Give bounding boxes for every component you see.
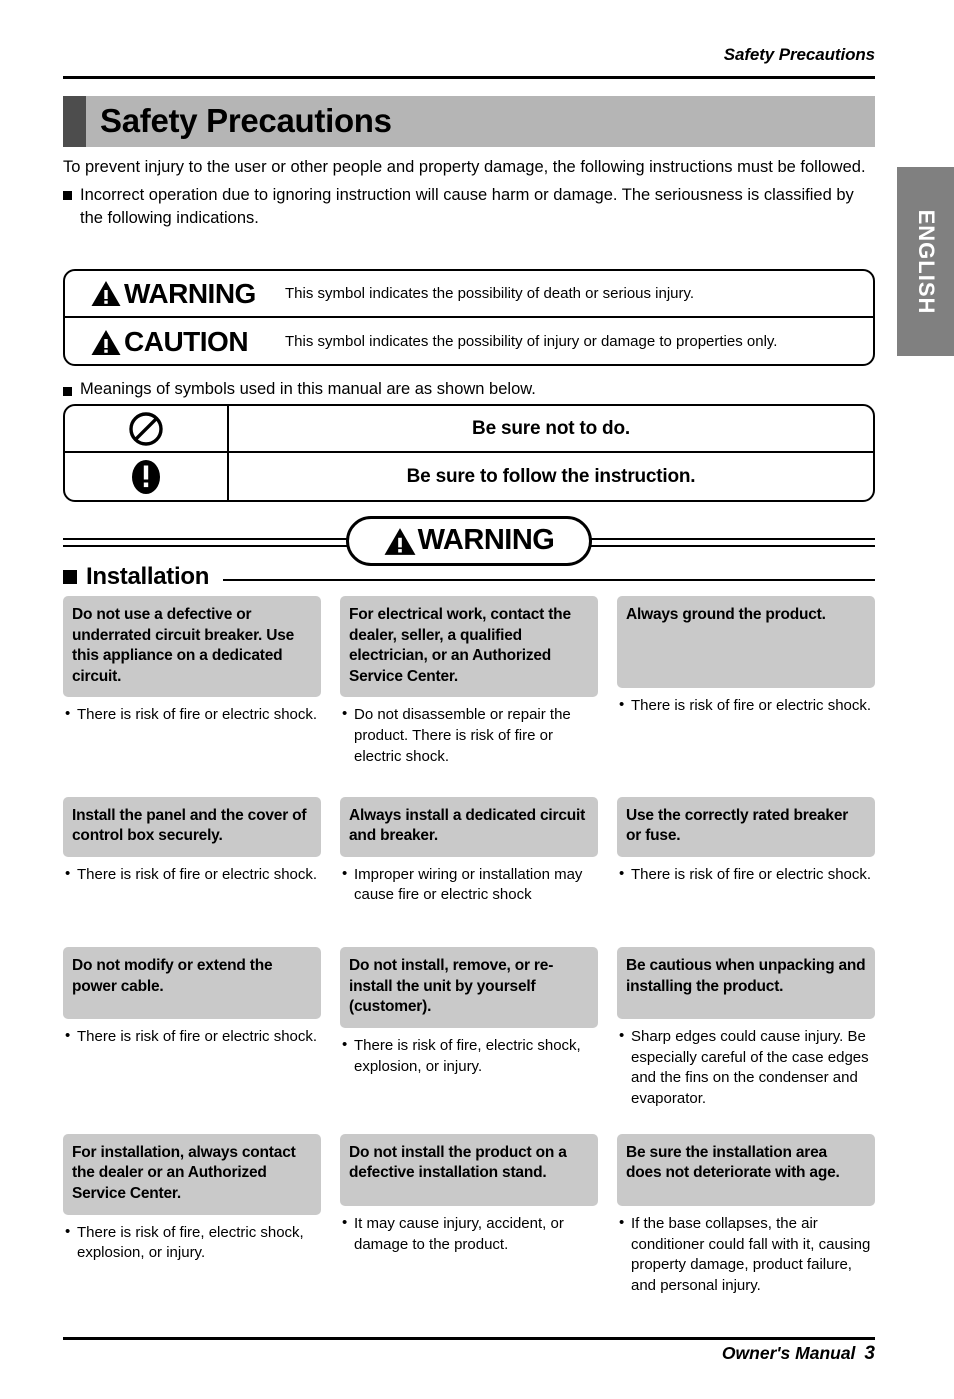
precaution-body: There is risk of fire or electric shock. — [617, 688, 875, 717]
precaution-cell: Always install a dedicated circuit and b… — [340, 796, 598, 907]
precaution-row: Install the panel and the cover of contr… — [63, 796, 875, 907]
precaution-bullet: There is risk of fire or electric shock. — [619, 695, 873, 717]
precaution-body: There is risk of fire or electric shock. — [63, 1019, 321, 1048]
row-spacer — [63, 768, 875, 797]
precaution-body: There is risk of fire, electric shock, e… — [63, 1215, 321, 1264]
precaution-body: If the base collapses, the air condition… — [617, 1206, 875, 1297]
running-header-title: Safety Precautions — [723, 45, 875, 64]
precaution-cell: Install the panel and the cover of contr… — [63, 796, 321, 886]
warning-banner: WARNING — [63, 516, 875, 566]
precaution-bullet: There is risk of fire, electric shock, e… — [342, 1035, 596, 1077]
definition-desc-caution: This symbol indicates the possibility of… — [285, 333, 778, 350]
warning-triangle-icon — [384, 527, 416, 555]
language-side-tab: ENGLISH — [897, 167, 954, 356]
intro-bullet: Incorrect operation due to ignoring inst… — [63, 184, 875, 229]
precaution-bullet: Improper wiring or installation may caus… — [342, 864, 596, 906]
symbols-row-mandatory: Be sure to follow the instruction. — [65, 453, 873, 500]
precaution-heading: For electrical work, contact the dealer,… — [340, 596, 598, 698]
title-marker-block — [63, 96, 86, 147]
precaution-heading: Use the correctly rated breaker or fuse. — [617, 796, 875, 857]
definition-desc-warning: This symbol indicates the possibility of… — [285, 284, 695, 302]
header-rule — [63, 76, 875, 79]
definition-label-caution: CAUTION — [65, 328, 285, 356]
precaution-cell: Do not install, remove, or re-install th… — [340, 947, 598, 1077]
mandatory-exclamation-icon — [132, 460, 160, 494]
precaution-cell: Be cautious when unpacking and installin… — [617, 947, 875, 1110]
symbols-text-mandatory: Be sure to follow the instruction. — [406, 466, 696, 487]
precaution-cell: Use the correctly rated breaker or fuse.… — [617, 796, 875, 886]
precaution-heading: Always install a dedicated circuit and b… — [340, 796, 598, 857]
precaution-bullet: There is risk of fire or electric shock. — [65, 864, 319, 886]
definition-label-caution-text: CAUTION — [124, 326, 249, 357]
precaution-bullet: There is risk of fire or electric shock. — [65, 1026, 319, 1048]
precaution-body: There is risk of fire or electric shock. — [617, 857, 875, 886]
intro-block: To prevent injury to the user or other p… — [63, 156, 875, 231]
precaution-cell: For installation, always contact the dea… — [63, 1133, 321, 1264]
page-number: 3 — [864, 1343, 875, 1364]
precaution-heading: Do not modify or extend the power cable. — [63, 947, 321, 1020]
precaution-cell: Do not modify or extend the power cable.… — [63, 947, 321, 1048]
row-spacer — [63, 1110, 875, 1134]
symbols-row-prohibition: Be sure not to do. — [65, 406, 873, 453]
precaution-body: Do not disassemble or repair the product… — [340, 697, 598, 767]
precaution-heading: Be cautious when unpacking and installin… — [617, 947, 875, 1020]
definition-row-caution: CAUTION This symbol indicates the possib… — [65, 318, 873, 364]
precaution-bullet: It may cause injury, accident, or damage… — [342, 1213, 596, 1255]
section-title: Installation — [86, 563, 210, 590]
symbols-heading: Meanings of symbols used in this manual … — [63, 380, 875, 399]
precaution-bullet: If the base collapses, the air condition… — [619, 1213, 873, 1297]
precaution-heading: Be sure the installation area does not d… — [617, 1133, 875, 1206]
precaution-row: Do not use a defective or underrated cir… — [63, 596, 875, 768]
precaution-cell: Be sure the installation area does not d… — [617, 1133, 875, 1297]
precaution-cell: Always ground the product. There is risk… — [617, 596, 875, 717]
precaution-body: Sharp edges could cause injury. Be espec… — [617, 1019, 875, 1110]
symbols-icon-cell-mandatory — [65, 453, 229, 500]
chapter-title-bar: Safety Precautions — [63, 96, 875, 147]
section-header-installation: Installation — [63, 562, 875, 592]
precaution-heading: Install the panel and the cover of contr… — [63, 796, 321, 857]
precaution-body: There is risk of fire or electric shock. — [63, 697, 321, 726]
symbols-icon-cell-prohibition — [65, 406, 229, 451]
precaution-row: For installation, always contact the dea… — [63, 1133, 875, 1297]
precaution-cell: Do not install the product on a defectiv… — [340, 1133, 598, 1255]
precaution-bullet: Sharp edges could cause injury. Be espec… — [619, 1026, 873, 1110]
language-side-tab-label: ENGLISH — [913, 209, 939, 314]
symbols-text-prohibition: Be sure not to do. — [472, 417, 630, 439]
precaution-heading: For installation, always contact the dea… — [63, 1133, 321, 1215]
precaution-grid: Do not use a defective or underrated cir… — [63, 596, 875, 1297]
precaution-bullet: There is risk of fire, electric shock, e… — [65, 1222, 319, 1264]
section-rule — [223, 579, 875, 581]
precaution-heading: Always ground the product. — [617, 596, 875, 688]
precaution-body: Improper wiring or installation may caus… — [340, 857, 598, 906]
precaution-bullet: Do not disassemble or repair the product… — [342, 704, 596, 767]
definition-row-warning: WARNING This symbol indicates the possib… — [65, 271, 873, 318]
footer-rule — [63, 1337, 875, 1340]
warning-triangle-icon — [91, 281, 121, 306]
definition-label-warning: WARNING — [65, 277, 285, 309]
precaution-body: It may cause injury, accident, or damage… — [340, 1206, 598, 1255]
warning-banner-label: WARNING — [417, 523, 555, 556]
precaution-heading: Do not install, remove, or re-install th… — [340, 947, 598, 1028]
precaution-body: There is risk of fire or electric shock. — [63, 857, 321, 886]
precaution-cell: Do not use a defective or underrated cir… — [63, 596, 321, 726]
definition-label-warning-text: WARNING — [124, 277, 256, 309]
precaution-cell: For electrical work, contact the dealer,… — [340, 596, 598, 768]
warning-triangle-icon — [91, 329, 121, 355]
precaution-heading: Do not use a defective or underrated cir… — [63, 596, 321, 698]
precaution-bullet: There is risk of fire or electric shock. — [65, 704, 319, 726]
footer: Owner's Manual 3 — [63, 1343, 875, 1365]
precaution-bullet: There is risk of fire or electric shock. — [619, 864, 873, 886]
footer-label: Owner's Manual — [721, 1343, 856, 1363]
page-title: Safety Precautions — [100, 101, 392, 139]
precaution-heading: Do not install the product on a defectiv… — [340, 1133, 598, 1206]
warning-banner-pill: WARNING — [346, 516, 592, 566]
intro-paragraph: To prevent injury to the user or other p… — [63, 158, 866, 176]
prohibition-icon — [129, 411, 163, 446]
symbols-table: Be sure not to do. Be sure to follow the… — [63, 404, 875, 502]
square-bullet-icon — [63, 570, 77, 584]
precaution-row: Do not modify or extend the power cable.… — [63, 947, 875, 1110]
precaution-body: There is risk of fire, electric shock, e… — [340, 1028, 598, 1077]
definition-box: WARNING This symbol indicates the possib… — [63, 269, 875, 366]
row-spacer — [63, 906, 875, 947]
